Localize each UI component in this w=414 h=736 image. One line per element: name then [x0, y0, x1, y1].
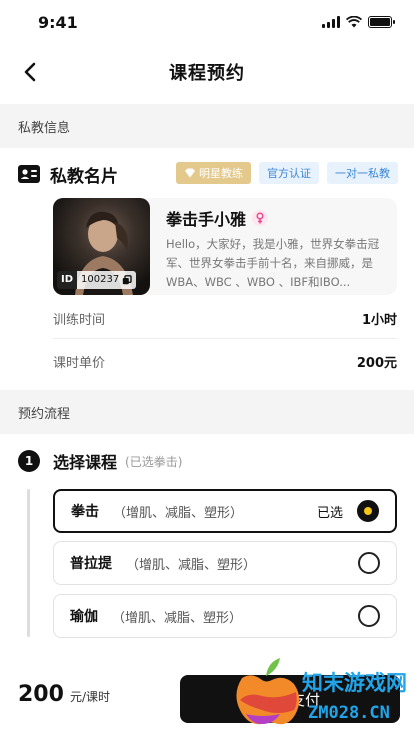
training-time-row: 训练时间 1小时 — [53, 298, 397, 338]
course-option-name: 瑜伽 — [70, 609, 98, 625]
radio-unselected-icon[interactable] — [358, 552, 380, 574]
unit-price-row: 课时单价 200元 — [53, 341, 397, 381]
course-option-desc: （增肌、减脂、塑形） — [126, 557, 257, 573]
coach-name-row: 拳击手小雅 — [166, 206, 269, 230]
status-bar: 9:41 — [0, 0, 414, 44]
female-icon — [252, 210, 269, 226]
coach-card-header: 私教名片 明星教练 官方认证 一对一私教 — [18, 160, 398, 188]
battery-icon — [368, 16, 395, 28]
coach-name: 拳击手小雅 — [166, 210, 247, 229]
coach-card-title: 私教名片 — [50, 166, 118, 187]
coach-badges: 明星教练 官方认证 一对一私教 — [176, 162, 398, 184]
coach-id-tag: ID 100237 — [57, 271, 137, 289]
price-summary: 200 元/课时 — [18, 682, 110, 707]
course-option-pilates[interactable]: 普拉提 （增肌、减脂、塑形） — [53, 541, 397, 585]
wifi-icon — [346, 16, 362, 28]
divider — [53, 338, 397, 339]
timeline-line — [27, 489, 30, 637]
step-select-course: 1 选择课程 (已选拳击) — [18, 448, 182, 474]
radio-unselected-icon[interactable] — [358, 605, 380, 627]
status-icons — [322, 16, 395, 28]
chevron-left-icon — [24, 62, 36, 82]
step-number: 1 — [18, 450, 40, 472]
selected-label: 已选 — [316, 505, 343, 521]
coach-bio: Hello，大家好，我是小雅，世界女拳击冠军、世界女拳击手前十名，来自挪威，是W… — [166, 237, 380, 289]
unit-price-label: 课时单价 — [53, 355, 106, 371]
copy-icon[interactable] — [122, 275, 132, 285]
course-option-yoga[interactable]: 瑜伽 （增肌、减脂、塑形） — [53, 594, 397, 638]
training-time-value: 1小时 — [361, 312, 397, 328]
coach-id-number: 100237 — [81, 274, 120, 285]
course-option-name: 拳击 — [71, 504, 99, 520]
unit-price-value: 200元 — [356, 355, 397, 371]
course-option-boxing[interactable]: 拳击 （增肌、减脂、塑形） 已选 — [53, 489, 397, 533]
star-coach-badge: 明星教练 — [176, 162, 251, 184]
step-title: 选择课程 — [53, 453, 118, 472]
training-time-label: 训练时间 — [53, 312, 106, 328]
price-amount: 200 — [18, 682, 64, 707]
back-button[interactable] — [14, 56, 46, 88]
course-option-desc: （增肌、减脂、塑形） — [113, 505, 244, 521]
status-time: 9:41 — [38, 12, 78, 32]
step-hint: (已选拳击) — [125, 454, 183, 469]
price-unit: 元/课时 — [69, 690, 110, 704]
diamond-icon — [185, 168, 195, 178]
one-on-one-badge: 一对一私教 — [327, 162, 398, 184]
coach-profile-card[interactable]: ID 100237 拳击手小雅 Hello，大家好，我是小雅，世界女拳击冠军、世… — [53, 198, 397, 295]
official-verified-badge: 官方认证 — [259, 162, 319, 184]
section-header-booking-flow: 预约流程 — [0, 390, 414, 434]
nav-bar: 课程预约 — [0, 52, 414, 92]
radio-selected-icon[interactable] — [357, 500, 379, 522]
id-card-icon — [18, 165, 40, 183]
course-option-desc: （增肌、减脂、塑形） — [112, 610, 243, 626]
section-header-coach-info: 私教信息 — [0, 104, 414, 148]
cellular-signal-icon — [322, 16, 340, 28]
confirm-pay-button[interactable]: 确认支付 — [180, 675, 400, 723]
coach-avatar: ID 100237 — [53, 198, 150, 295]
page-title: 课程预约 — [169, 63, 245, 84]
course-option-name: 普拉提 — [70, 556, 112, 572]
